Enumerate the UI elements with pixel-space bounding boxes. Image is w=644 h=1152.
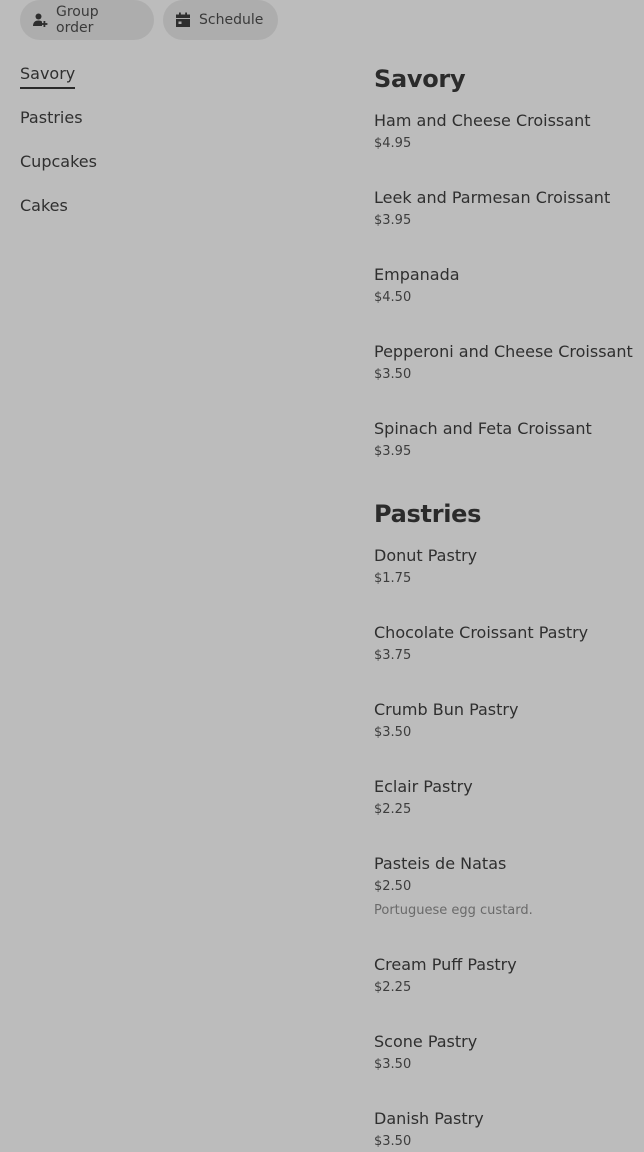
item-price: $2.25 bbox=[374, 802, 412, 817]
item-name: Pepperoni and Cheese Croissant bbox=[374, 342, 633, 361]
menu-item[interactable]: Danish Pastry $3.50 bbox=[374, 1108, 644, 1152]
category-label: Cakes bbox=[20, 196, 68, 215]
item-price: $3.95 bbox=[374, 213, 412, 228]
menu-item[interactable]: Leek and Parmesan Croissant $3.95 bbox=[374, 187, 644, 232]
category-label: Pastries bbox=[20, 108, 83, 127]
menu-item[interactable]: Eclair Pastry $2.25 bbox=[374, 776, 644, 821]
item-price: $3.50 bbox=[374, 1057, 412, 1072]
item-price: $3.50 bbox=[374, 1134, 412, 1149]
item-name: Pasteis de Natas bbox=[374, 854, 507, 873]
category-label: Cupcakes bbox=[20, 152, 97, 171]
category-item-cakes[interactable]: Cakes bbox=[20, 194, 220, 238]
item-price: $2.25 bbox=[374, 980, 412, 995]
menu-item[interactable]: Empanada $4.50 bbox=[374, 264, 644, 309]
menu-item[interactable]: Cream Puff Pastry $2.25 bbox=[374, 954, 644, 999]
section-savory: Savory Ham and Cheese Croissant $4.95 Le… bbox=[374, 62, 644, 463]
menu-item[interactable]: Scone Pastry $3.50 bbox=[374, 1031, 644, 1076]
item-price: $4.50 bbox=[374, 290, 412, 305]
section-title: Pastries bbox=[374, 500, 482, 528]
top-actions: Group order Schedule bbox=[20, 0, 278, 40]
category-nav: Savory Pastries Cupcakes Cakes bbox=[20, 62, 220, 238]
user-plus-icon bbox=[32, 12, 48, 28]
section-pastries: Pastries Donut Pastry $1.75 Chocolate Cr… bbox=[374, 497, 644, 1152]
calendar-icon bbox=[175, 12, 191, 28]
schedule-button[interactable]: Schedule bbox=[163, 0, 278, 40]
category-label: Savory bbox=[20, 62, 76, 89]
item-price: $4.95 bbox=[374, 136, 412, 151]
menu-page: Group order Schedule Savory Pastries Cup… bbox=[0, 0, 644, 1152]
item-price: $3.50 bbox=[374, 725, 412, 740]
item-name: Eclair Pastry bbox=[374, 777, 473, 796]
item-name: Scone Pastry bbox=[374, 1032, 478, 1051]
menu-item[interactable]: Pasteis de Natas $2.50 Portuguese egg cu… bbox=[374, 853, 644, 922]
item-name: Danish Pastry bbox=[374, 1109, 484, 1128]
menu-list: Savory Ham and Cheese Croissant $4.95 Le… bbox=[374, 62, 644, 1152]
item-name: Cream Puff Pastry bbox=[374, 955, 517, 974]
item-name: Spinach and Feta Croissant bbox=[374, 419, 592, 438]
group-order-button[interactable]: Group order bbox=[20, 0, 154, 40]
group-order-label: Group order bbox=[56, 4, 99, 36]
item-name: Leek and Parmesan Croissant bbox=[374, 188, 611, 207]
item-name: Empanada bbox=[374, 265, 460, 284]
schedule-label: Schedule bbox=[199, 12, 264, 28]
item-price: $2.50 bbox=[374, 879, 412, 894]
item-price: $1.75 bbox=[374, 571, 412, 586]
menu-item[interactable]: Spinach and Feta Croissant $3.95 bbox=[374, 418, 644, 463]
item-name: Crumb Bun Pastry bbox=[374, 700, 519, 719]
menu-item[interactable]: Crumb Bun Pastry $3.50 bbox=[374, 699, 644, 744]
item-price: $3.50 bbox=[374, 367, 412, 382]
category-item-cupcakes[interactable]: Cupcakes bbox=[20, 150, 220, 194]
menu-item[interactable]: Donut Pastry $1.75 bbox=[374, 545, 644, 590]
category-item-pastries[interactable]: Pastries bbox=[20, 106, 220, 150]
category-item-savory[interactable]: Savory bbox=[20, 62, 220, 106]
item-price: $3.75 bbox=[374, 648, 412, 663]
section-title: Savory bbox=[374, 65, 466, 93]
item-price: $3.95 bbox=[374, 444, 412, 459]
menu-item[interactable]: Chocolate Croissant Pastry $3.75 bbox=[374, 622, 644, 667]
item-name: Ham and Cheese Croissant bbox=[374, 111, 591, 130]
menu-item[interactable]: Pepperoni and Cheese Croissant $3.50 bbox=[374, 341, 644, 386]
item-name: Donut Pastry bbox=[374, 546, 478, 565]
item-description: Portuguese egg custard. bbox=[374, 903, 533, 918]
menu-item[interactable]: Ham and Cheese Croissant $4.95 bbox=[374, 110, 644, 155]
item-name: Chocolate Croissant Pastry bbox=[374, 623, 589, 642]
